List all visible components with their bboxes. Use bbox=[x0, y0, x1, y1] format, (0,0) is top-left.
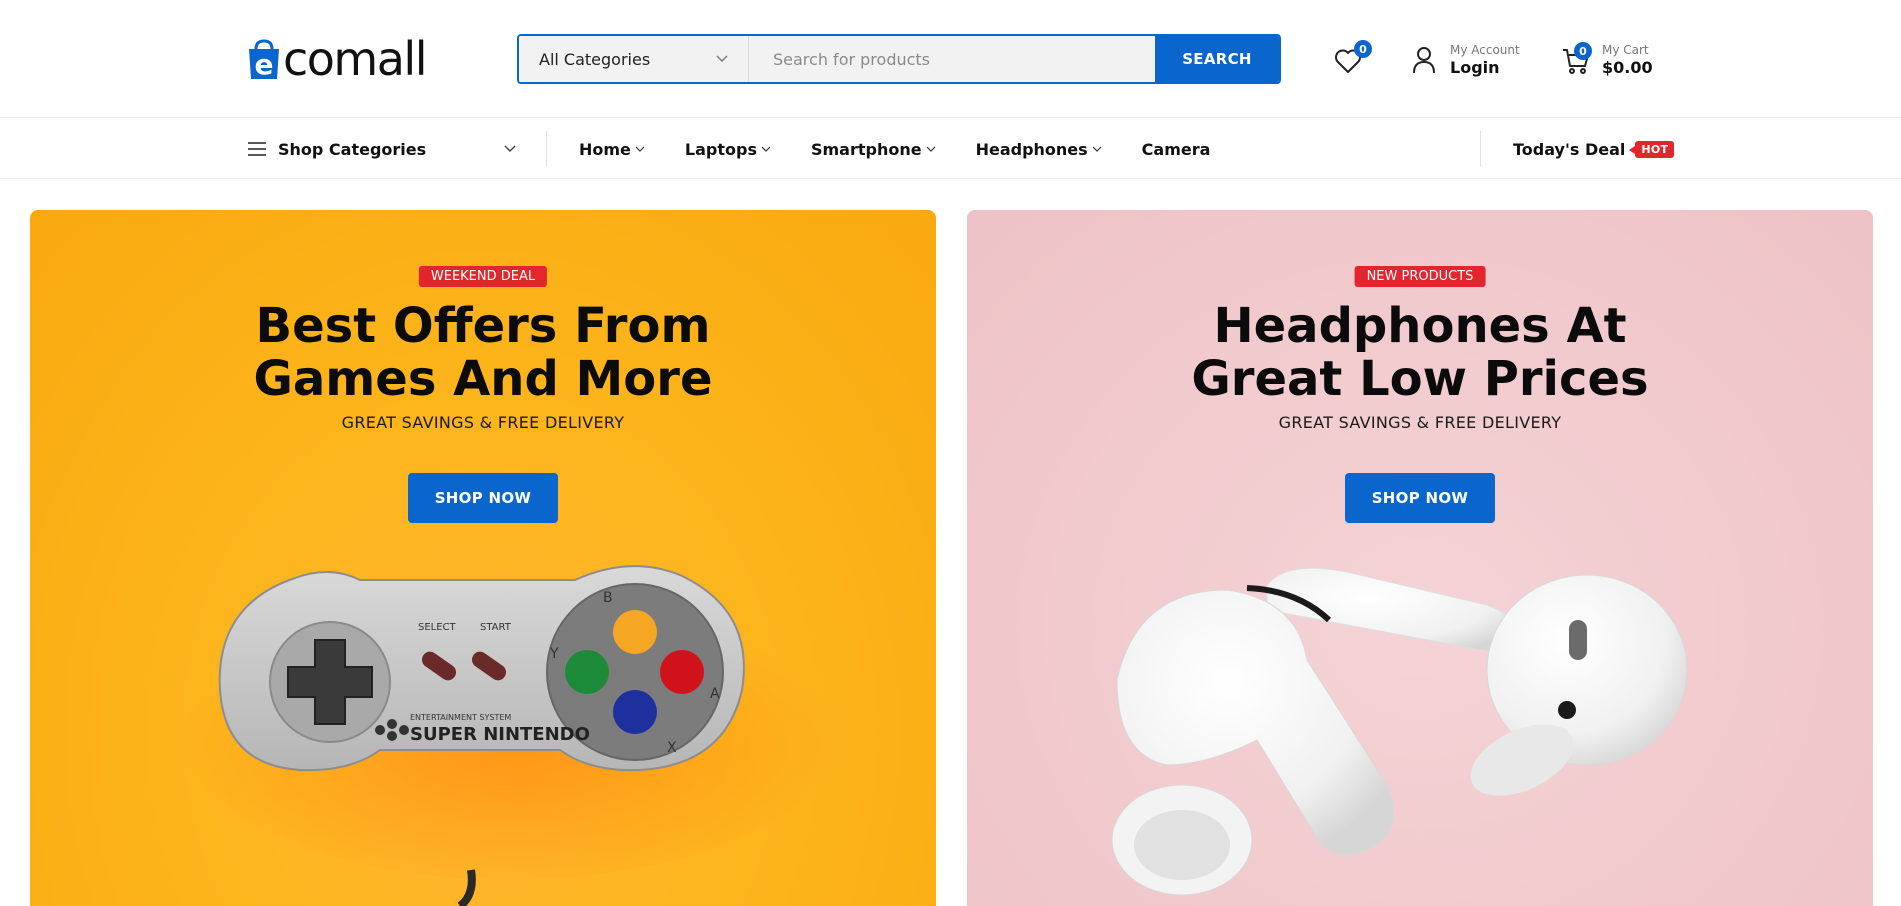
login-label: Login bbox=[1450, 57, 1500, 77]
svg-text:SUPER NINTENDO: SUPER NINTENDO bbox=[410, 724, 590, 745]
cart-count-badge: 0 bbox=[1574, 42, 1592, 60]
shop-now-button[interactable]: SHOP NOW bbox=[408, 473, 558, 523]
site-header: e comall All Categories SEARCH 0 My Acco… bbox=[0, 0, 1901, 118]
nav-item-label: Headphones bbox=[975, 139, 1088, 159]
hot-badge: HOT bbox=[1629, 140, 1675, 158]
svg-text:e: e bbox=[255, 48, 274, 81]
game-controller-image: B Y A X SELECT START ENTERTAINMENT SYSTE… bbox=[180, 565, 840, 906]
chevron-down-icon bbox=[635, 146, 645, 152]
logo-text: comall bbox=[283, 32, 428, 86]
svg-text:SELECT: SELECT bbox=[418, 622, 457, 633]
nav-item-label: Home bbox=[579, 139, 631, 159]
chevron-down-icon bbox=[1092, 146, 1102, 152]
category-select-value: All Categories bbox=[539, 49, 651, 69]
todays-deal-link[interactable]: Today's Deal HOT bbox=[1513, 119, 1675, 179]
promo-banner-headphones[interactable]: NEW PRODUCTS Headphones At Great Low Pri… bbox=[967, 210, 1873, 906]
banner-title: Best Offers From Games And More bbox=[30, 300, 936, 406]
nav-item-headphones[interactable]: Headphones bbox=[976, 140, 1102, 159]
account-small-label: My Account bbox=[1450, 42, 1520, 57]
todays-deal-label: Today's Deal bbox=[1513, 139, 1626, 159]
nav-item-laptops[interactable]: Laptops bbox=[685, 140, 771, 159]
svg-text:A: A bbox=[710, 686, 720, 702]
banner-tag: NEW PRODUCTS bbox=[1354, 266, 1486, 287]
search-input[interactable] bbox=[749, 36, 1155, 82]
chevron-down-icon bbox=[504, 145, 516, 152]
nav-item-label: Laptops bbox=[684, 139, 757, 159]
nav-divider bbox=[546, 131, 547, 167]
main-nav: Shop Categories Home Laptops Smartphone … bbox=[0, 119, 1901, 179]
chevron-down-icon bbox=[716, 55, 728, 62]
search-button[interactable]: SEARCH bbox=[1155, 36, 1279, 82]
cart-total: $0.00 bbox=[1602, 57, 1653, 77]
svg-text:B: B bbox=[603, 590, 613, 606]
nav-item-label: Smartphone bbox=[810, 139, 922, 159]
banner-title-line: Games And More bbox=[253, 351, 713, 407]
cart-small-label: My Cart bbox=[1602, 42, 1649, 57]
shop-categories-label: Shop Categories bbox=[278, 139, 427, 159]
banner-subtitle: GREAT SAVINGS & FREE DELIVERY bbox=[1278, 413, 1562, 432]
svg-text:START: START bbox=[480, 622, 512, 633]
wishlist-button[interactable]: 0 bbox=[1334, 40, 1372, 74]
nav-item-home[interactable]: Home bbox=[579, 140, 645, 159]
svg-text:ENTERTAINMENT SYSTEM: ENTERTAINMENT SYSTEM bbox=[410, 713, 511, 722]
nav-menu: Home Laptops Smartphone Headphones Camer… bbox=[579, 119, 1250, 179]
nav-item-label: Camera bbox=[1141, 139, 1211, 159]
earbuds-image bbox=[1111, 567, 1688, 896]
nav-divider bbox=[1480, 131, 1481, 167]
banner-title: Headphones At Great Low Prices bbox=[967, 300, 1873, 406]
banner-subtitle: GREAT SAVINGS & FREE DELIVERY bbox=[341, 413, 625, 432]
category-select[interactable]: All Categories bbox=[519, 36, 749, 82]
cart-link[interactable]: 0 My Cart $0.00 bbox=[1562, 40, 1653, 80]
banner-title-line: Headphones At bbox=[1213, 298, 1627, 354]
search-bar: All Categories SEARCH bbox=[517, 34, 1281, 84]
chevron-down-icon bbox=[926, 146, 936, 152]
nav-item-smartphone[interactable]: Smartphone bbox=[811, 140, 936, 159]
shop-now-button[interactable]: SHOP NOW bbox=[1345, 473, 1495, 523]
shopping-bag-logo-icon: e bbox=[246, 39, 282, 81]
nav-item-camera[interactable]: Camera bbox=[1142, 140, 1211, 159]
wishlist-count-badge: 0 bbox=[1354, 40, 1372, 58]
account-link[interactable]: My Account Login bbox=[1412, 40, 1520, 80]
banner-title-line: Best Offers From bbox=[255, 298, 711, 354]
banner-title-line: Great Low Prices bbox=[1191, 351, 1649, 407]
svg-text:Y: Y bbox=[549, 646, 559, 662]
hamburger-menu-icon bbox=[248, 142, 266, 156]
banner-tag: WEEKEND DEAL bbox=[418, 266, 548, 287]
svg-text:X: X bbox=[667, 740, 677, 756]
shop-categories-button[interactable]: Shop Categories bbox=[248, 119, 516, 179]
logo[interactable]: e comall bbox=[246, 32, 428, 86]
promo-banner-games[interactable]: WEEKEND DEAL Best Offers From Games And … bbox=[30, 210, 936, 906]
user-icon bbox=[1413, 47, 1435, 74]
chevron-down-icon bbox=[761, 146, 771, 152]
